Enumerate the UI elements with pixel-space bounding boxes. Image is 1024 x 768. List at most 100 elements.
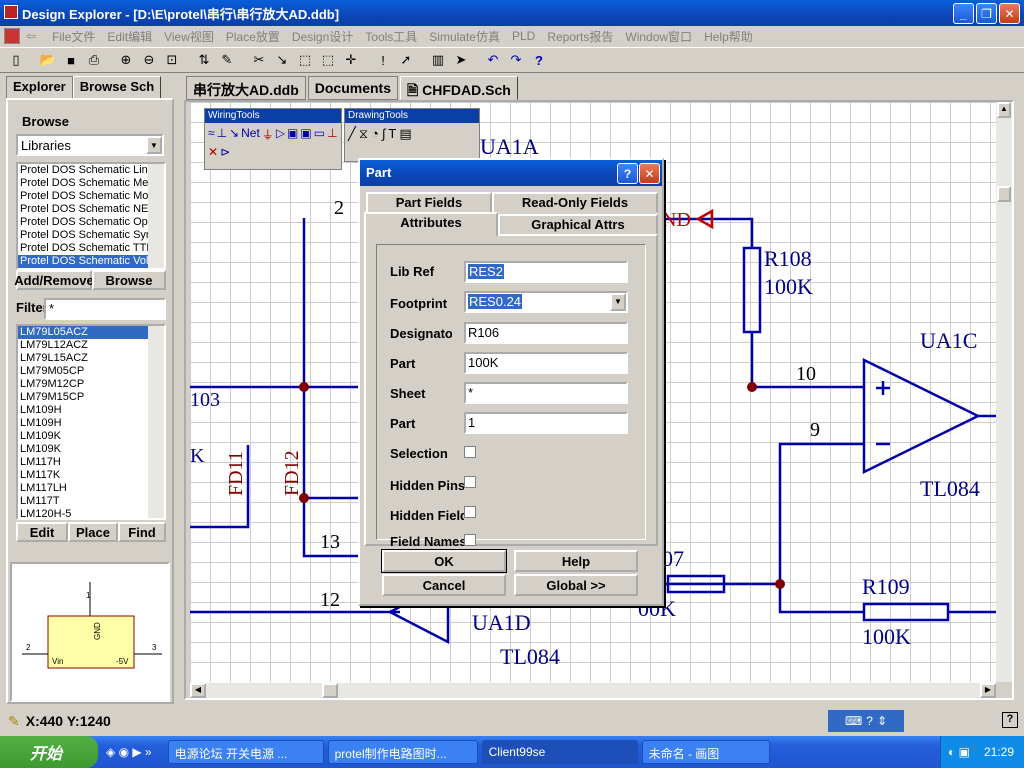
component-list-item[interactable]: LM109H: [18, 417, 164, 430]
context-help-icon[interactable]: ?: [1002, 712, 1018, 728]
component-list-item[interactable]: LM117LH: [18, 482, 164, 495]
scroll-up-icon[interactable]: ▲: [997, 102, 1011, 118]
component-list-item[interactable]: LM109H: [18, 404, 164, 417]
component-list-item[interactable]: LM79M12CP: [18, 378, 164, 391]
library-list-scrollbar[interactable]: [148, 164, 164, 268]
ok-button[interactable]: OK: [381, 549, 507, 573]
help-icon[interactable]: ?: [529, 50, 549, 70]
menu-simulate[interactable]: Simulate仿真: [423, 28, 506, 45]
menu-tools[interactable]: Tools工具: [359, 28, 423, 45]
tab-part-fields[interactable]: Part Fields: [366, 192, 492, 212]
part-number-input[interactable]: 1: [464, 412, 628, 434]
polygon-tool-icon[interactable]: ⧖: [359, 126, 368, 142]
tab-graphical-attrs[interactable]: Graphical Attrs: [498, 214, 658, 234]
task-client99se[interactable]: Client99se: [481, 740, 638, 764]
library-list[interactable]: Protel DOS Schematic Line Protel DOS Sche…: [16, 162, 166, 270]
redo-icon[interactable]: ↷: [506, 50, 526, 70]
close-button[interactable]: ✕: [999, 3, 1020, 24]
chevron-down-icon[interactable]: ▼: [146, 136, 162, 154]
field-names-checkbox[interactable]: [464, 534, 476, 546]
text-tool-icon[interactable]: T: [388, 126, 396, 142]
library-list-item[interactable]: Protel DOS Schematic NEC: [18, 203, 164, 216]
net-label-icon[interactable]: Net: [241, 126, 260, 143]
start-button[interactable]: 开始: [0, 736, 98, 768]
component-list-item[interactable]: LM79M05CP: [18, 365, 164, 378]
minimize-button[interactable]: _: [953, 3, 974, 24]
designator-input[interactable]: R106: [464, 322, 628, 344]
print-icon[interactable]: ⎙: [84, 50, 104, 70]
component-list-item[interactable]: LM79L15ACZ: [18, 352, 164, 365]
component-list[interactable]: LM79L05ACZ LM79L12ACZ LM79L15ACZ LM79M05CP L…: [16, 324, 166, 520]
add-remove-button[interactable]: Add/Remove: [14, 270, 94, 290]
quicklaunch-icons[interactable]: ◈ ◉ ▶ »: [106, 745, 152, 759]
place-button[interactable]: Place: [68, 522, 118, 542]
component-list-item[interactable]: LM109K: [18, 430, 164, 443]
global-button[interactable]: Global >>: [514, 574, 638, 596]
bus-entry-icon[interactable]: ↘: [229, 126, 239, 143]
dialog-close-button[interactable]: ✕: [639, 163, 660, 184]
scroll-left-icon[interactable]: ◀: [190, 683, 206, 698]
component-list-item[interactable]: LM79L05ACZ: [18, 326, 164, 339]
tab-explorer[interactable]: Explorer: [6, 76, 73, 98]
zoom-fit-icon[interactable]: ⊡: [162, 50, 182, 70]
help-button[interactable]: Help: [514, 550, 638, 572]
cut-icon[interactable]: ✂: [249, 50, 269, 70]
tab-read-only-fields[interactable]: Read-Only Fields: [492, 192, 658, 212]
component-list-item[interactable]: LM109K: [18, 443, 164, 456]
books-icon[interactable]: ▥: [428, 50, 448, 70]
tab-attributes[interactable]: Attributes: [364, 212, 498, 236]
component-list-scrollbar[interactable]: [148, 326, 164, 518]
component-list-item[interactable]: LM79L12ACZ: [18, 339, 164, 352]
save-icon[interactable]: ■: [61, 50, 81, 70]
wiring-tools-title[interactable]: WiringTools: [205, 109, 341, 123]
task-power-forum[interactable]: 电源论坛 开关电源 ...: [167, 740, 324, 764]
task-paint[interactable]: 未命名 - 画图: [641, 740, 770, 764]
filter-input[interactable]: *: [44, 298, 166, 320]
tab-chfdad-sch[interactable]: 🗎 CHFDAD.Sch: [400, 76, 518, 100]
curve-tool-icon[interactable]: ∫: [382, 126, 386, 142]
find-button[interactable]: Find: [118, 522, 166, 542]
tab-browse-sch[interactable]: Browse Sch: [72, 76, 162, 98]
wire-tool-icon[interactable]: ≈: [208, 126, 215, 143]
horizontal-scroll-thumb[interactable]: [322, 683, 338, 698]
library-list-item[interactable]: Protel DOS Schematic Syn: [18, 229, 164, 242]
port-icon[interactable]: ▷: [276, 126, 285, 143]
undo-icon[interactable]: ↶: [483, 50, 503, 70]
hidden-fields-checkbox[interactable]: [464, 506, 476, 518]
design-manager-icon[interactable]: ▯: [6, 50, 26, 70]
select-icon[interactable]: ⬚: [295, 50, 315, 70]
cancel-button[interactable]: Cancel: [382, 574, 506, 596]
edit-button[interactable]: Edit: [16, 522, 68, 542]
footprint-combo[interactable]: RES0.24 ▼: [464, 291, 628, 313]
library-list-item[interactable]: Protel DOS Schematic Ope: [18, 216, 164, 229]
library-icon[interactable]: ǃ: [373, 50, 393, 70]
selection-checkbox[interactable]: [464, 446, 476, 458]
component-list-item[interactable]: LM117T: [18, 495, 164, 508]
menu-reports[interactable]: Reports报告: [541, 28, 619, 45]
scroll-arrows-icon[interactable]: ⇕: [877, 714, 887, 728]
probe-icon[interactable]: ⊳: [220, 145, 230, 159]
no-erc-icon[interactable]: ✕: [208, 145, 218, 159]
library-list-item[interactable]: Protel DOS Schematic Mot: [18, 190, 164, 203]
canvas-vertical-scrollbar[interactable]: ▲: [996, 102, 1012, 682]
menu-file[interactable]: File文件: [46, 28, 101, 45]
menu-design[interactable]: Design设计: [286, 28, 359, 45]
menu-pld[interactable]: PLD: [506, 29, 541, 43]
part-dialog-titlebar[interactable]: Part ? ✕: [360, 160, 662, 186]
hierarchy-icon[interactable]: ⇅: [194, 50, 214, 70]
question-icon[interactable]: ?: [866, 714, 873, 728]
browse-type-select[interactable]: Libraries ▼: [16, 134, 164, 156]
browse-icon[interactable]: ➚: [396, 50, 416, 70]
dialog-help-icon[interactable]: ?: [617, 163, 638, 184]
maximize-button[interactable]: ❐: [976, 3, 997, 24]
chevron-down-icon[interactable]: ▼: [610, 293, 626, 311]
line-tool-icon[interactable]: ╱: [348, 126, 356, 142]
vertical-scroll-thumb[interactable]: [997, 186, 1011, 202]
menu-edit[interactable]: Edit编辑: [101, 28, 158, 45]
canvas-horizontal-scrollbar[interactable]: ◀ ▶: [190, 682, 996, 698]
keyboard-icon[interactable]: ⌨: [845, 714, 862, 728]
scroll-right-icon[interactable]: ▶: [980, 683, 996, 698]
menu-window[interactable]: Window窗口: [619, 28, 698, 45]
sheet-entry-icon[interactable]: ▣: [300, 126, 311, 143]
ground-icon[interactable]: ⏚: [262, 126, 274, 143]
